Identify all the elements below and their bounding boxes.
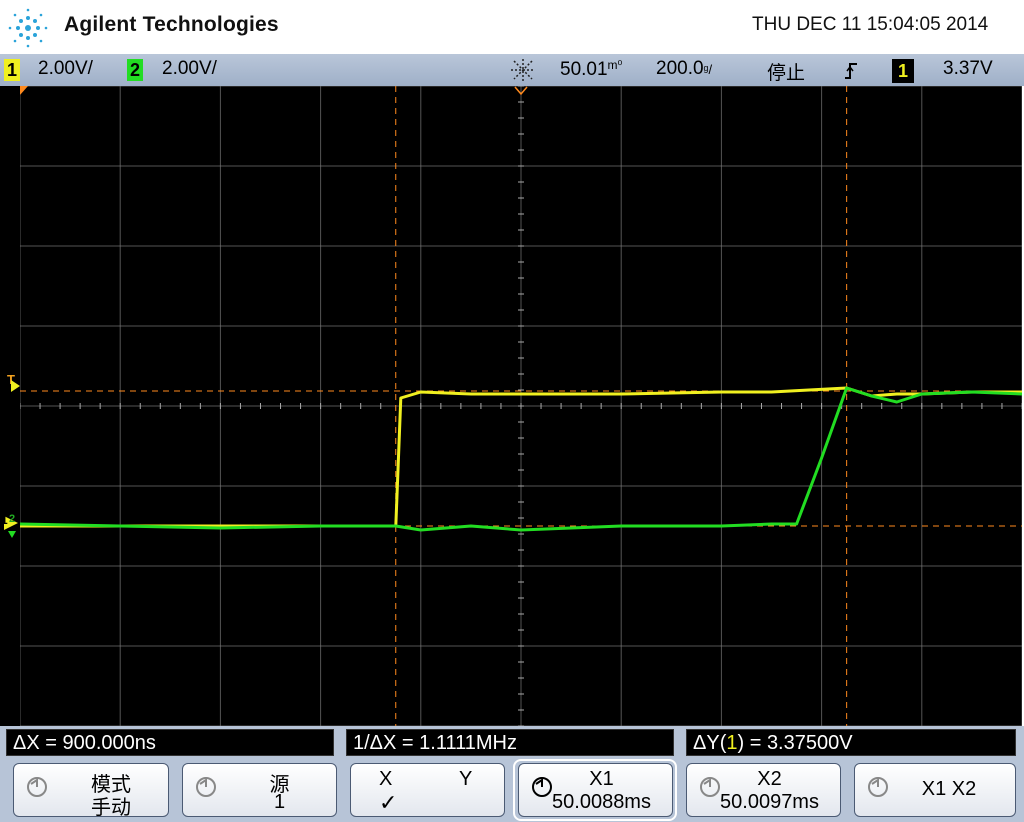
waveform-display[interactable]: [20, 86, 1022, 726]
x1-value: 50.0088ms: [552, 791, 651, 813]
screen-left-margin: [0, 86, 20, 726]
graticule-grid: [20, 86, 1022, 726]
x1x2-softkey[interactable]: X1 X2: [854, 763, 1016, 817]
y-cursor-option: Y: [459, 768, 473, 790]
x2-value: 50.0097ms: [720, 791, 819, 813]
channel-2-scale[interactable]: 2.00V/: [162, 58, 217, 80]
trigger-level-value[interactable]: 3.37V: [943, 58, 993, 80]
time-position-value[interactable]: 50.01m⁰: [560, 58, 622, 81]
channel-2-indicator[interactable]: 2: [127, 59, 143, 81]
rising-edge-icon[interactable]: [842, 60, 860, 82]
channel-1-ground-label: 1: [1, 513, 8, 527]
source-softkey[interactable]: 源 1: [182, 763, 337, 817]
x1x2-label: X1 X2: [921, 778, 977, 800]
delta-x-readout: ΔX = 900.000ns: [6, 729, 334, 756]
x-cursor-option: X: [379, 768, 393, 790]
xy-cursor-softkey[interactable]: X Y ✓: [350, 763, 505, 817]
datetime-display: THU DEC 11 15:04:05 2014: [752, 14, 989, 35]
inverse-delta-x-readout: 1/ΔX = 1.1111MHz: [346, 729, 674, 756]
agilent-logo-icon: [8, 8, 48, 48]
x1-softkey[interactable]: X1 50.0088ms: [518, 763, 673, 817]
top-left-delay-marker-icon: [20, 86, 28, 95]
x2-label: X2: [757, 768, 782, 790]
x-selected-check-icon: ✓: [379, 790, 398, 815]
time-reference-icon: [511, 59, 535, 81]
delta-y-readout: ΔY(1) = 3.37500V: [686, 729, 1016, 756]
channel-1-scale[interactable]: 2.00V/: [38, 58, 93, 80]
mode-value: 手动: [91, 797, 131, 819]
mode-softkey[interactable]: 模式 手动: [13, 763, 169, 819]
trigger-arrow-icon: [11, 380, 20, 392]
x1-label: X1: [589, 768, 614, 790]
channel-2-ground-label: 2: [9, 513, 16, 525]
source-value: 1: [273, 791, 286, 813]
x2-softkey[interactable]: X2 50.0097ms: [686, 763, 841, 817]
run-state[interactable]: 停止: [767, 58, 805, 85]
trigger-source-indicator[interactable]: 1: [892, 59, 914, 83]
timebase-value[interactable]: 200.0ᵍ/: [656, 58, 712, 80]
trigger-position-marker-icon: [514, 86, 528, 95]
brand-name: Agilent Technologies: [64, 13, 279, 36]
channel-1-indicator[interactable]: 1: [4, 59, 20, 81]
